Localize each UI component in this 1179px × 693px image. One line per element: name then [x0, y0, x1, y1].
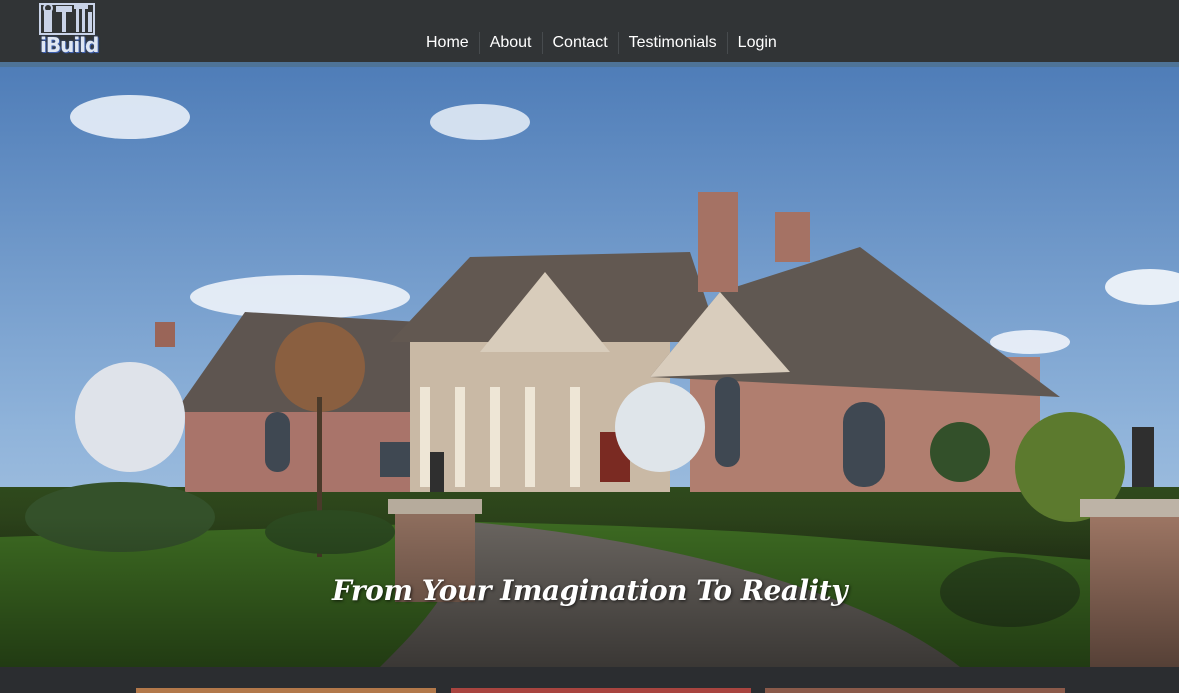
- feature-thumbnail[interactable]: [451, 688, 751, 693]
- brand-name: iBuild: [40, 33, 99, 57]
- feature-thumbnail[interactable]: [765, 688, 1065, 693]
- feature-thumbnail[interactable]: [136, 688, 436, 693]
- hero-tagline: From Your Imagination To Reality: [332, 574, 847, 607]
- nav-login[interactable]: Login: [726, 32, 787, 54]
- nav-contact[interactable]: Contact: [541, 32, 618, 54]
- hero-banner: From Your Imagination To Reality: [0, 67, 1179, 667]
- nav-home[interactable]: Home: [416, 32, 479, 54]
- nav-about[interactable]: About: [478, 32, 542, 54]
- top-navbar: iBuild Home About Contact Testimonials L…: [0, 0, 1179, 67]
- nav-testimonials[interactable]: Testimonials: [617, 32, 727, 54]
- feature-strip: [0, 667, 1179, 693]
- brand-logo[interactable]: iBuild: [38, 0, 99, 58]
- main-nav: Home About Contact Testimonials Login: [416, 31, 787, 55]
